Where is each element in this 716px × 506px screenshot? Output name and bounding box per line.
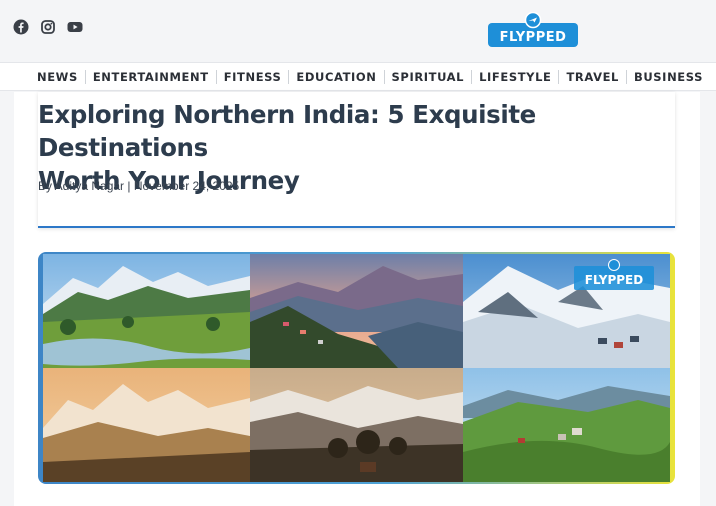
- facebook-icon[interactable]: [13, 19, 29, 35]
- hero-image-collage[interactable]: FLYPPED: [38, 252, 675, 484]
- article-header: Exploring Northern India: 5 Exquisite De…: [38, 92, 675, 228]
- hero-tile-river-valley: [43, 254, 250, 368]
- instagram-icon[interactable]: [40, 19, 56, 35]
- brand-logo[interactable]: FLYPPED: [488, 12, 578, 47]
- nav-item-news[interactable]: NEWS: [30, 70, 85, 84]
- nav-item-spiritual[interactable]: SPIRITUAL: [383, 69, 472, 84]
- article-byline: By Aditya Nagar | November 24, 2025: [38, 179, 240, 193]
- nav-item-fitness[interactable]: FITNESS: [215, 69, 289, 84]
- top-bar: FLYPPED: [0, 0, 716, 62]
- hero-tile-snow-village: FLYPPED: [463, 254, 670, 368]
- hero-tile-sunset-ridge: [250, 254, 463, 368]
- hero-tile-forest-dusk: [250, 368, 463, 482]
- nav-item-lifestyle[interactable]: LIFESTYLE: [471, 69, 558, 84]
- hero-watermark-text: FLYPPED: [585, 273, 643, 287]
- hero-tile-green-hills: [463, 368, 670, 482]
- nav-item-business[interactable]: BUSINESS: [626, 69, 710, 84]
- nav-item-entertainment[interactable]: ENTERTAINMENT: [84, 69, 216, 84]
- youtube-icon[interactable]: [67, 19, 83, 35]
- nav-item-education[interactable]: EDUCATION: [288, 69, 383, 84]
- social-links: [13, 19, 83, 35]
- article-title-line-1: Exploring Northern India: 5 Exquisite De…: [38, 100, 536, 162]
- hero-tile-golden-peaks: [43, 368, 250, 482]
- nav-item-travel[interactable]: TRAVEL: [558, 69, 626, 84]
- main-nav: NEWS ENTERTAINMENT FITNESS EDUCATION SPI…: [0, 62, 716, 91]
- logo-text: FLYPPED: [500, 30, 567, 45]
